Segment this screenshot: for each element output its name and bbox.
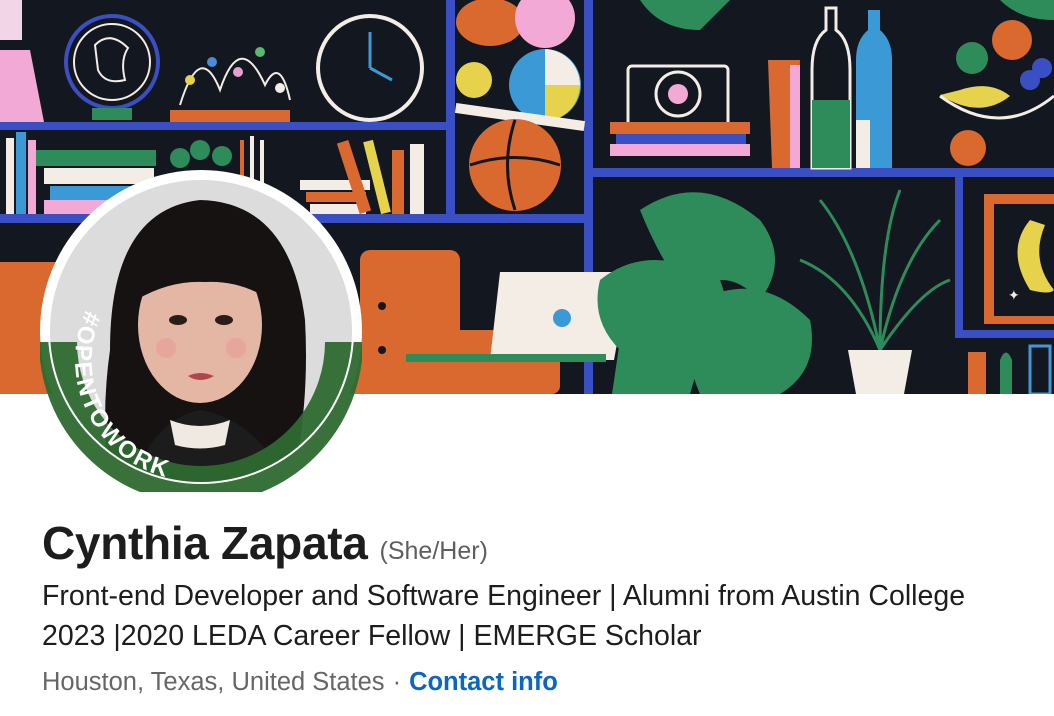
profile-name: Cynthia Zapata xyxy=(42,517,368,569)
profile-identity: Cynthia Zapata (She/Her) Front-end Devel… xyxy=(42,516,1014,697)
contact-info-link[interactable]: Contact info xyxy=(409,668,558,696)
name-row: Cynthia Zapata (She/Her) xyxy=(42,516,1014,570)
separator-dot: · xyxy=(392,668,402,696)
profile-headline: Front-end Developer and Software Enginee… xyxy=(42,580,966,652)
profile-avatar[interactable]: #OPENTOWORK xyxy=(40,170,362,492)
profile-pronouns: (She/Her) xyxy=(379,537,488,565)
location-row: Houston, Texas, United States · Contact in… xyxy=(42,668,1014,697)
profile-photo: #OPENTOWORK xyxy=(40,178,362,492)
profile-location: Houston, Texas, United States xyxy=(42,668,385,696)
svg-text:✦: ✦ xyxy=(1008,288,1020,304)
